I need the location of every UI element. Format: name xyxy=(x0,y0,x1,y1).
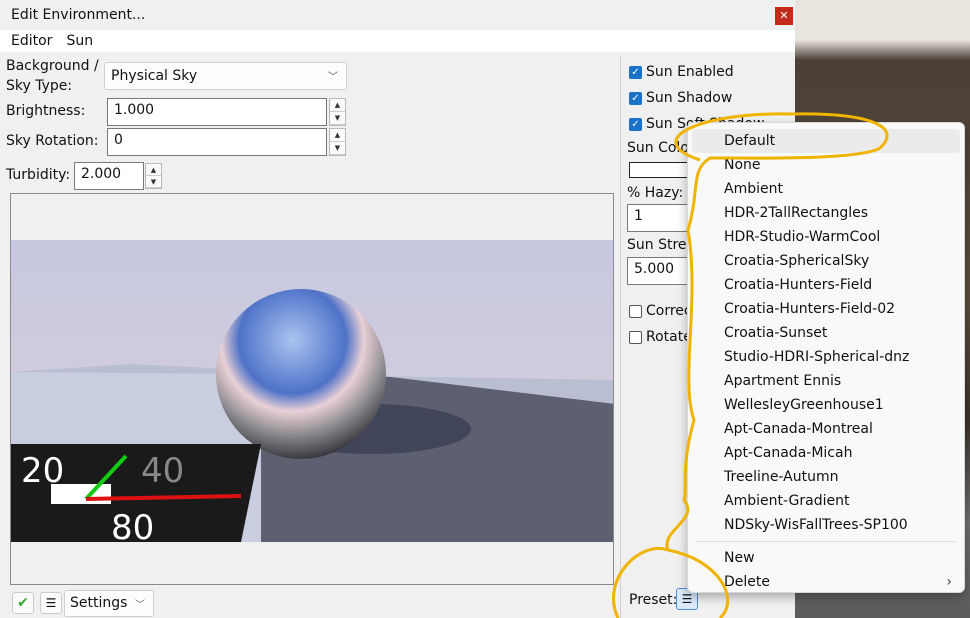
turbidity-label: Turbidity: xyxy=(6,167,71,183)
checkmark-icon: ✔ xyxy=(17,595,29,611)
rotate-checkbox[interactable]: Rotate xyxy=(629,329,692,345)
menu-bar: Editor Sun xyxy=(0,30,795,52)
menu-item[interactable]: Croatia-Hunters-Field-02 xyxy=(692,297,960,321)
menu-item[interactable]: None xyxy=(692,153,960,177)
menu-item-default[interactable]: Default xyxy=(692,129,960,153)
menu-sun[interactable]: Sun xyxy=(66,33,93,49)
list-icon: ☰ xyxy=(45,596,57,610)
edit-environment-dialog: Edit Environment... ✕ Editor Sun Backgro… xyxy=(0,0,795,618)
list-button[interactable]: ☰ xyxy=(40,592,62,614)
checkbox-checked-icon: ✓ xyxy=(629,65,642,79)
sun-enabled-checkbox[interactable]: ✓ Sun Enabled xyxy=(629,64,734,80)
sky-type-value: Physical Sky xyxy=(111,68,198,84)
brightness-stepper[interactable]: ▲ ▼ xyxy=(329,98,346,126)
chevron-down-icon: ﹀ xyxy=(328,72,338,83)
turbidity-stepper[interactable]: ▲ ▼ xyxy=(145,163,162,189)
menu-item[interactable]: Croatia-Hunters-Field xyxy=(692,273,960,297)
menu-item[interactable]: Ambient-Gradient xyxy=(692,489,960,513)
hazy-label: % Hazy: xyxy=(627,185,684,201)
rotate-label: Rotate xyxy=(646,329,692,345)
menu-item[interactable]: Ambient xyxy=(692,177,960,201)
menu-editor[interactable]: Editor xyxy=(11,33,52,49)
environment-preview: 20 40 80 xyxy=(10,193,614,585)
bg-type-label: Background / xyxy=(6,58,99,74)
preset-label: Preset: xyxy=(629,592,678,608)
sky-rotation-input[interactable]: 0 xyxy=(107,128,327,156)
turbidity-input[interactable]: 2.000 xyxy=(74,162,144,190)
menu-item[interactable]: Croatia-Sunset xyxy=(692,321,960,345)
menu-separator xyxy=(696,541,956,542)
apply-check-button[interactable]: ✔ xyxy=(12,592,34,614)
chevron-right-icon: › xyxy=(946,574,952,590)
menu-item[interactable]: Studio-HDRI-Spherical-dnz xyxy=(692,345,960,369)
menu-item[interactable]: HDR-2TallRectangles xyxy=(692,201,960,225)
menu-item[interactable]: HDR-Studio-WarmCool xyxy=(692,225,960,249)
brightness-label: Brightness: xyxy=(6,103,86,119)
settings-value: Settings xyxy=(70,595,128,611)
menu-item[interactable]: Treeline-Autumn xyxy=(692,465,960,489)
sky-rotation-stepper[interactable]: ▲ ▼ xyxy=(329,128,346,156)
preview-render: 20 40 80 xyxy=(11,240,613,548)
preset-menu: Default None Ambient HDR-2TallRectangles… xyxy=(687,122,965,593)
grid-label: 40 xyxy=(141,451,184,491)
window-title: Edit Environment... xyxy=(11,7,146,23)
menu-item[interactable]: NDSky-WisFallTrees-SP100 xyxy=(692,513,960,537)
close-icon[interactable]: ✕ xyxy=(775,7,793,25)
checkbox-unchecked-icon xyxy=(629,304,642,318)
chevron-down-icon: ﹀ xyxy=(135,600,145,611)
sky-type-select[interactable]: Physical Sky ﹀ xyxy=(104,62,347,90)
checkbox-checked-icon: ✓ xyxy=(629,91,642,105)
menu-item[interactable]: Croatia-SphericalSky xyxy=(692,249,960,273)
delete-label: Delete xyxy=(724,574,770,590)
sun-enabled-label: Sun Enabled xyxy=(646,64,734,80)
checkbox-unchecked-icon xyxy=(629,330,642,344)
sun-shadow-checkbox[interactable]: ✓ Sun Shadow xyxy=(629,90,732,106)
brightness-input[interactable]: 1.000 xyxy=(107,98,327,126)
sky-rotation-label: Sky Rotation: xyxy=(6,133,99,149)
menu-item[interactable]: Apt-Canada-Montreal xyxy=(692,417,960,441)
sun-shadow-label: Sun Shadow xyxy=(646,90,733,106)
menu-item[interactable]: WellesleyGreenhouse1 xyxy=(692,393,960,417)
menu-item[interactable]: Apartment Ennis xyxy=(692,369,960,393)
menu-item[interactable]: Apt-Canada-Micah xyxy=(692,441,960,465)
title-bar: Edit Environment... xyxy=(0,0,795,30)
menu-item-new[interactable]: New xyxy=(692,546,960,570)
grid-label: 80 xyxy=(111,508,154,548)
checkbox-checked-icon: ✓ xyxy=(629,117,642,131)
menu-item-delete[interactable]: Delete › xyxy=(692,570,960,594)
bg-type-label-2: Sky Type: xyxy=(6,78,73,94)
settings-select[interactable]: Settings ﹀ xyxy=(64,590,154,617)
list-icon: ☰ xyxy=(681,592,693,606)
sun-color-label: Sun Color xyxy=(627,140,695,156)
